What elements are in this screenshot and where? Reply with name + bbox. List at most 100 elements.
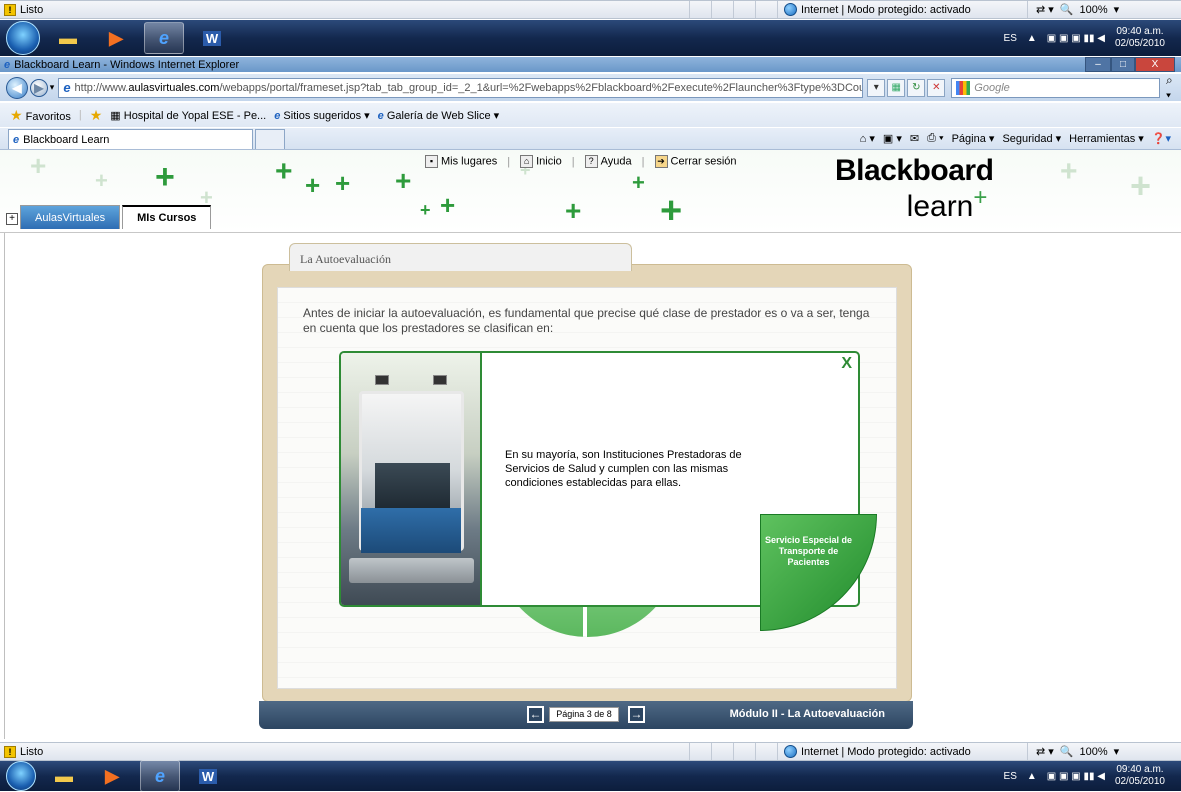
forward-button[interactable]: ▶ xyxy=(29,78,48,97)
url-domain: aulasvirtuales.com xyxy=(128,81,220,94)
inicio-link[interactable]: ⌂ Inicio xyxy=(520,155,562,168)
favorites-label: Favoritos xyxy=(25,110,71,123)
browser-tab[interactable]: e Blackboard Learn xyxy=(8,129,253,149)
status-text: Listo xyxy=(20,745,44,758)
close-button[interactable]: X xyxy=(1135,57,1175,72)
language-indicator[interactable]: ES xyxy=(1004,33,1017,44)
add-favorite-icon[interactable]: ★ xyxy=(90,107,103,124)
status-bar-bottom: ! Listo Internet | Modo protegido: activa… xyxy=(0,742,1181,761)
refresh-button[interactable]: ↻ xyxy=(907,78,926,97)
stop-button[interactable]: ✕ xyxy=(927,78,946,97)
quadrant-label: Servicio Especial de Transporte de Pacie… xyxy=(764,535,853,567)
word-icon: W xyxy=(198,768,218,784)
search-placeholder: Google xyxy=(974,81,1010,94)
zoom-control[interactable]: ⇄ ▾ 🔍 100% ▾ xyxy=(1028,745,1120,759)
status-bar-top: ! Listo Internet | Modo protegido: activa… xyxy=(0,0,1181,19)
favorite-label: Galería de Web Slice ▾ xyxy=(386,109,500,122)
ie-taskbar-icon[interactable]: e xyxy=(144,22,184,54)
system-tray: ES ▲ ▣ ▣ ▣ ▮▮ ◀ 09:40 a.m. 02/05/2010 xyxy=(1004,761,1181,791)
tab-label: MIs Cursos xyxy=(137,212,197,224)
plus-icon: + xyxy=(973,184,988,211)
logo-bottom-text: learn xyxy=(906,190,974,223)
print-icon[interactable]: ⎙ ▾ xyxy=(927,132,943,145)
address-bar[interactable]: e http://www. aulasvirtuales.com/webapps/… xyxy=(58,77,864,98)
recent-pages-icon[interactable]: ▾ xyxy=(50,82,55,93)
mail-icon[interactable]: ✉ xyxy=(910,132,919,145)
maximize-button[interactable]: □ xyxy=(1111,57,1135,72)
prev-page-button[interactable]: ← xyxy=(527,706,544,723)
security-zone[interactable]: Internet | Modo protegido: activado xyxy=(778,743,1028,760)
word-taskbar-icon[interactable]: W xyxy=(188,760,228,792)
logo-bottom: learn+ xyxy=(835,184,988,223)
clock-time: 09:40 a.m. xyxy=(1116,26,1164,37)
expand-icon[interactable]: + xyxy=(6,213,18,225)
ayuda-link[interactable]: ? Ayuda xyxy=(584,155,632,168)
media-player-taskbar-icon[interactable]: ▶ xyxy=(96,22,136,54)
mis-lugares-link[interactable]: ▪ Mis lugares xyxy=(425,155,497,168)
page-menu[interactable]: Página ▾ xyxy=(952,132,995,145)
tab-aulas-virtuales[interactable]: AulasVirtuales xyxy=(20,205,121,229)
blackboard-header: + + + + + + + + + + + + + + + + ▪ Mis lug… xyxy=(0,150,1181,233)
command-bar: ⌂ ▾ ▣ ▾ ✉ ⎙ ▾ Página ▾ Seguridad ▾ Herra… xyxy=(860,128,1171,149)
tray-icons[interactable]: ▣ ▣ ▣ ▮▮ ◀ xyxy=(1047,33,1105,44)
favorites-button[interactable]: ★ Favoritos xyxy=(10,107,71,124)
clock[interactable]: 09:40 a.m. 02/05/2010 xyxy=(1115,26,1165,50)
address-row: ◀ ▶ ▾ e http://www. aulasvirtuales.com/we… xyxy=(0,73,1181,103)
search-box[interactable]: Google xyxy=(951,77,1160,98)
favorite-link-webslice[interactable]: e Galería de Web Slice ▾ xyxy=(378,109,500,122)
tray-expand-icon[interactable]: ▲ xyxy=(1027,771,1037,782)
favorite-link-hospital[interactable]: ▦ Hospital de Yopal ESE - Pe... xyxy=(110,109,266,122)
media-player-taskbar-icon[interactable]: ▶ xyxy=(92,760,132,792)
favorite-link-sugeridos[interactable]: e Sitios sugeridos ▾ xyxy=(274,109,369,122)
favorite-label: Sitios sugeridos ▾ xyxy=(283,109,370,122)
folder-icon: ▬ xyxy=(59,27,77,48)
tab-mis-cursos[interactable]: MIs Cursos xyxy=(122,205,212,229)
ie-icon: e xyxy=(158,27,169,48)
warning-icon: ! xyxy=(4,3,16,16)
minimize-button[interactable]: – xyxy=(1085,57,1111,72)
tray-icons[interactable]: ▣ ▣ ▣ ▮▮ ◀ xyxy=(1047,771,1105,782)
word-icon: W xyxy=(202,30,222,46)
security-menu[interactable]: Seguridad ▾ xyxy=(1002,132,1061,145)
window-title: Blackboard Learn - Windows Internet Expl… xyxy=(14,58,240,71)
tools-menu[interactable]: Herramientas ▾ xyxy=(1069,132,1144,145)
chevron-down-icon: ▾ xyxy=(1113,746,1120,758)
zone-text: Internet | Modo protegido: activado xyxy=(801,3,971,16)
frame-border xyxy=(4,233,5,739)
help-icon[interactable]: ❓▾ xyxy=(1152,132,1171,145)
clock-date: 02/05/2010 xyxy=(1114,38,1165,49)
ie-taskbar-icon[interactable]: e xyxy=(140,760,180,792)
star-icon: ★ xyxy=(10,106,23,123)
start-button[interactable] xyxy=(6,761,36,791)
tab-label: AulasVirtuales xyxy=(35,211,106,224)
tray-expand-icon[interactable]: ▲ xyxy=(1027,33,1037,44)
zoom-control[interactable]: ⇄ ▾ 🔍 100% ▾ xyxy=(1028,3,1119,17)
security-zone[interactable]: Internet | Modo protegido: activado xyxy=(778,1,1028,18)
language-indicator[interactable]: ES xyxy=(1004,771,1017,782)
clock[interactable]: 09:40 a.m. 02/05/2010 xyxy=(1115,764,1165,788)
close-card-button[interactable]: X xyxy=(841,355,852,373)
link-label: Inicio xyxy=(536,155,562,168)
clock-time: 09:40 a.m. xyxy=(1116,764,1164,775)
explorer-taskbar-icon[interactable]: ▬ xyxy=(44,760,84,792)
feeds-icon[interactable]: ▣ ▾ xyxy=(883,132,902,145)
ie-icon: e xyxy=(274,109,281,122)
search-icon[interactable]: ⌕ ▾ xyxy=(1166,73,1181,103)
home-icon[interactable]: ⌂ ▾ xyxy=(860,132,875,145)
compatibility-icon[interactable]: ▦ xyxy=(887,78,906,97)
start-button[interactable] xyxy=(6,21,40,55)
folder-tab: La Autoevaluación xyxy=(289,243,632,271)
protected-mode-icon: ⇄ ▾ xyxy=(1036,746,1054,758)
word-taskbar-icon[interactable]: W xyxy=(192,22,232,54)
zoom-level: 100% xyxy=(1079,3,1108,16)
play-icon: ▶ xyxy=(105,765,119,786)
back-button[interactable]: ◀ xyxy=(6,76,28,99)
status-left: ! Listo xyxy=(0,743,690,760)
address-dropdown-button[interactable]: ▾ xyxy=(867,78,886,97)
new-tab-button[interactable] xyxy=(255,129,285,149)
cerrar-sesion-link[interactable]: ➔ Cerrar sesión xyxy=(654,155,737,168)
link-label: Ayuda xyxy=(600,155,632,168)
next-page-button[interactable]: → xyxy=(628,706,645,723)
explorer-taskbar-icon[interactable]: ▬ xyxy=(48,22,88,54)
taskbar-bottom: ▬ ▶ e W ES ▲ ▣ ▣ ▣ ▮▮ ◀ 09:40 a.m. 02/05/… xyxy=(0,760,1181,792)
